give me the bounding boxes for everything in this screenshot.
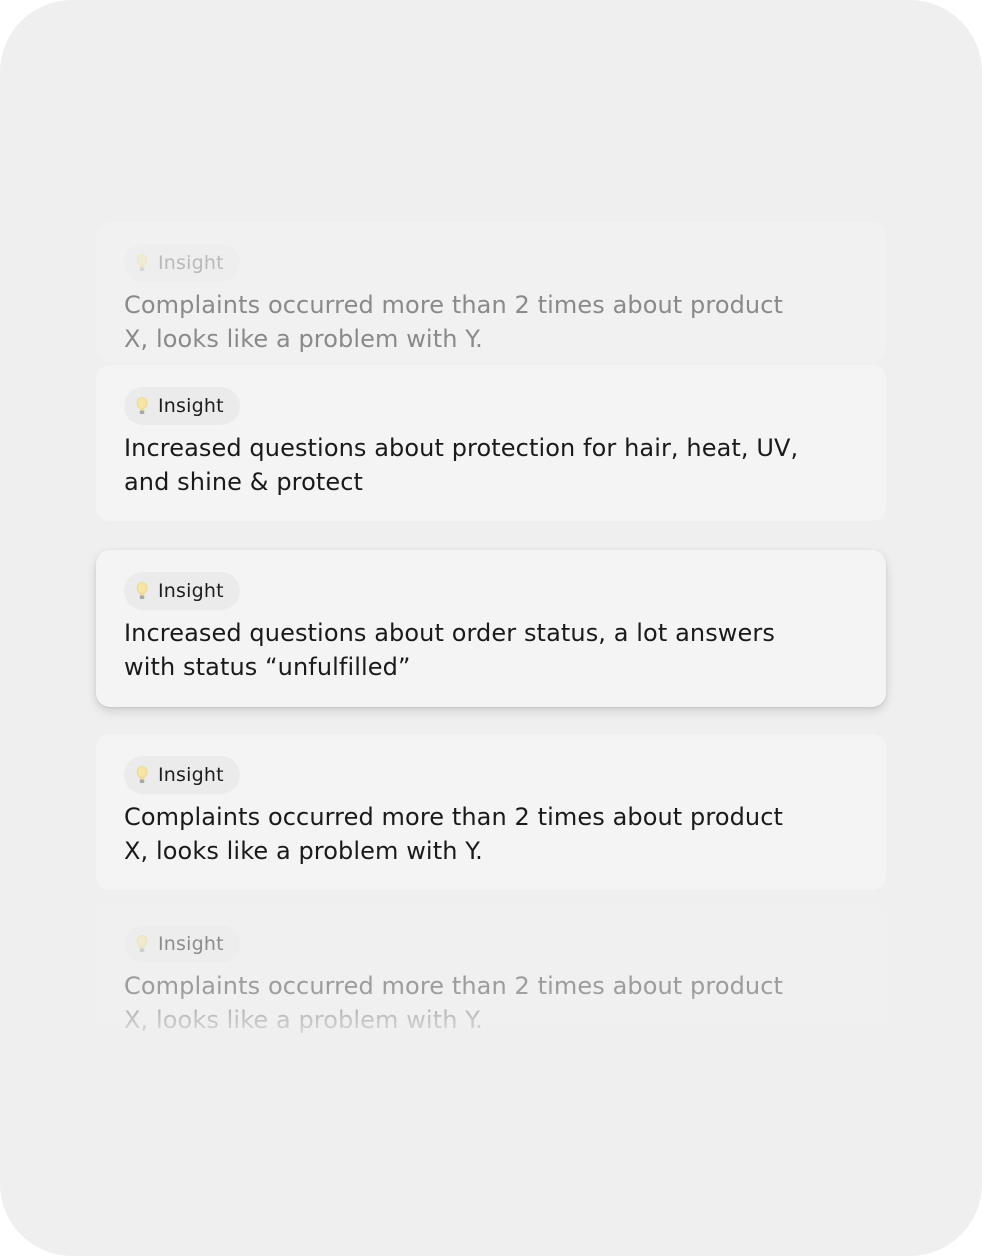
insight-badge-label: Insight bbox=[158, 764, 224, 786]
lightbulb-icon bbox=[136, 254, 148, 271]
insight-badge-label: Insight bbox=[158, 580, 224, 602]
insight-card[interactable]: Insight Complaints occurred more than 2 … bbox=[96, 903, 886, 1043]
insight-badge: Insight bbox=[124, 387, 240, 425]
insight-text: Complaints occurred more than 2 times ab… bbox=[124, 972, 784, 1034]
insight-badge-label: Insight bbox=[158, 933, 224, 955]
insight-text: Increased questions about order status, … bbox=[124, 619, 775, 681]
insight-card[interactable]: Insight Complaints occurred more than 2 … bbox=[96, 734, 886, 890]
lightbulb-icon bbox=[136, 766, 148, 783]
lightbulb-icon bbox=[136, 397, 148, 414]
insight-text: Complaints occurred more than 2 times ab… bbox=[124, 803, 784, 865]
insight-badge-label: Insight bbox=[158, 395, 224, 417]
insight-card-selected[interactable]: Insight Increased questions about order … bbox=[96, 550, 886, 707]
lightbulb-icon bbox=[136, 582, 148, 599]
insight-badge: Insight bbox=[124, 925, 240, 963]
insight-badge: Insight bbox=[124, 756, 240, 794]
insight-card[interactable]: Insight Increased questions about protec… bbox=[96, 365, 886, 521]
insight-badge: Insight bbox=[124, 572, 240, 610]
insight-text: Increased questions about protection for… bbox=[124, 434, 799, 496]
lightbulb-icon bbox=[136, 935, 148, 952]
insight-badge-label: Insight bbox=[158, 252, 224, 274]
insight-card[interactable]: Insight Complaints occurred more than 2 … bbox=[96, 222, 886, 362]
insight-text: Complaints occurred more than 2 times ab… bbox=[124, 291, 784, 353]
insights-panel: Insight Complaints occurred more than 2 … bbox=[0, 0, 982, 1256]
insight-badge: Insight bbox=[124, 244, 240, 282]
